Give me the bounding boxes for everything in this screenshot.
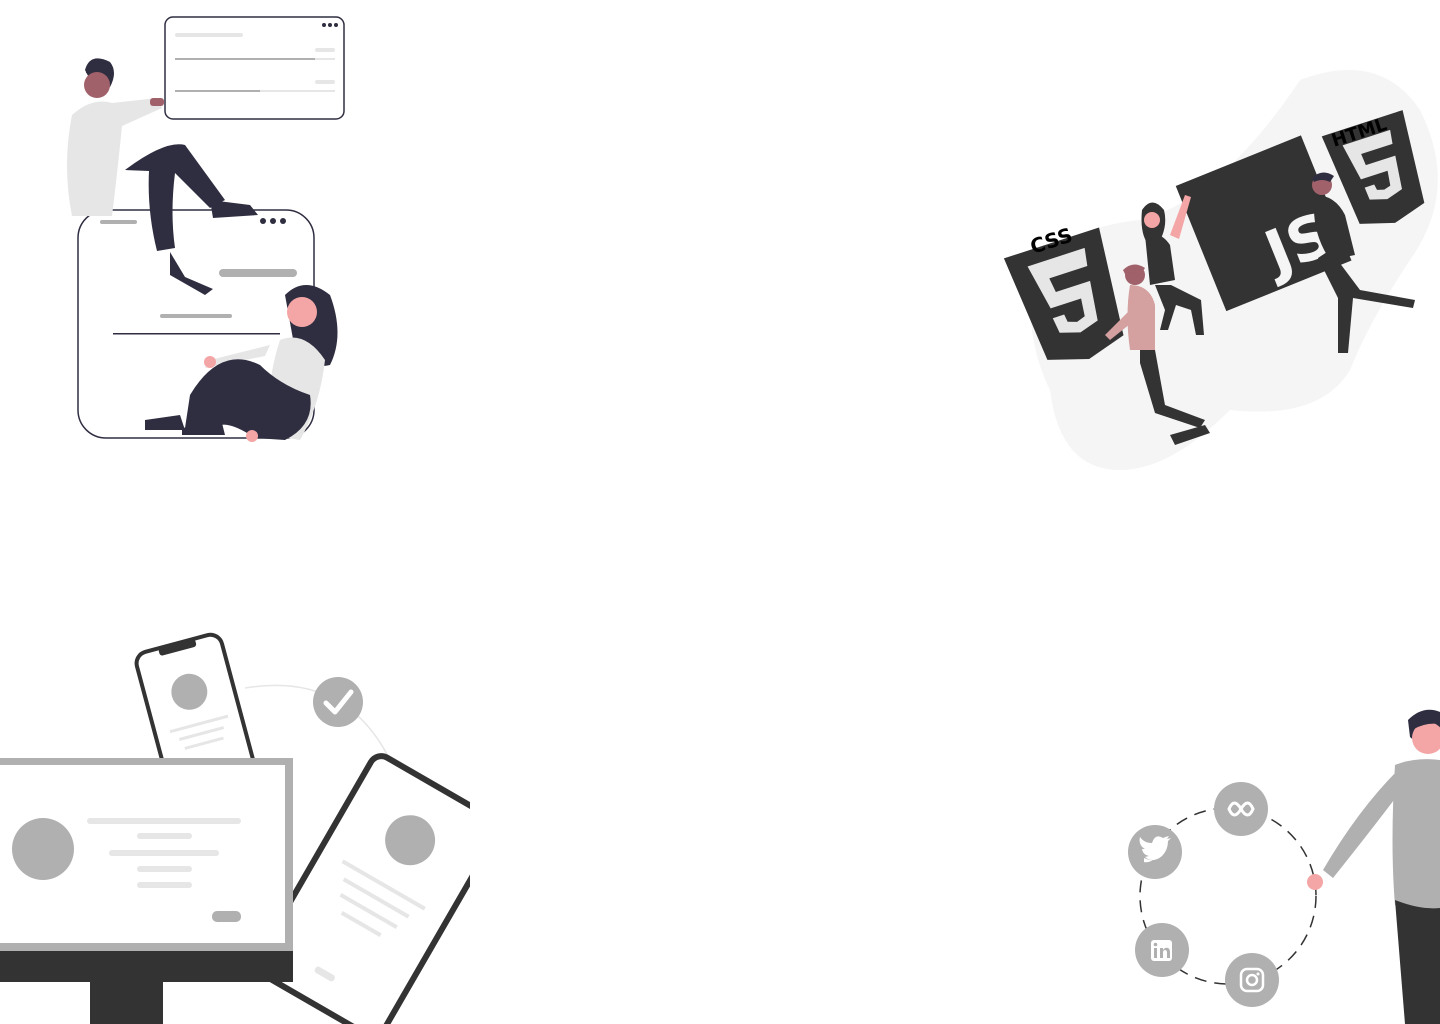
meta-icon [1214, 782, 1268, 836]
instagram-icon [1225, 953, 1279, 1007]
person-pointing [1307, 709, 1440, 1024]
twitter-icon [1128, 825, 1182, 879]
social-network-illustration [1100, 690, 1440, 1024]
responsive-devices-illustration [0, 600, 470, 1024]
web-technologies-illustration: CSS JS HTML [1000, 50, 1440, 490]
people-with-ui-cards-illustration [0, 0, 360, 460]
check-icon [313, 677, 363, 727]
small-ui-card [164, 16, 345, 120]
monitor-device [0, 758, 293, 1024]
linkedin-icon [1135, 923, 1189, 977]
